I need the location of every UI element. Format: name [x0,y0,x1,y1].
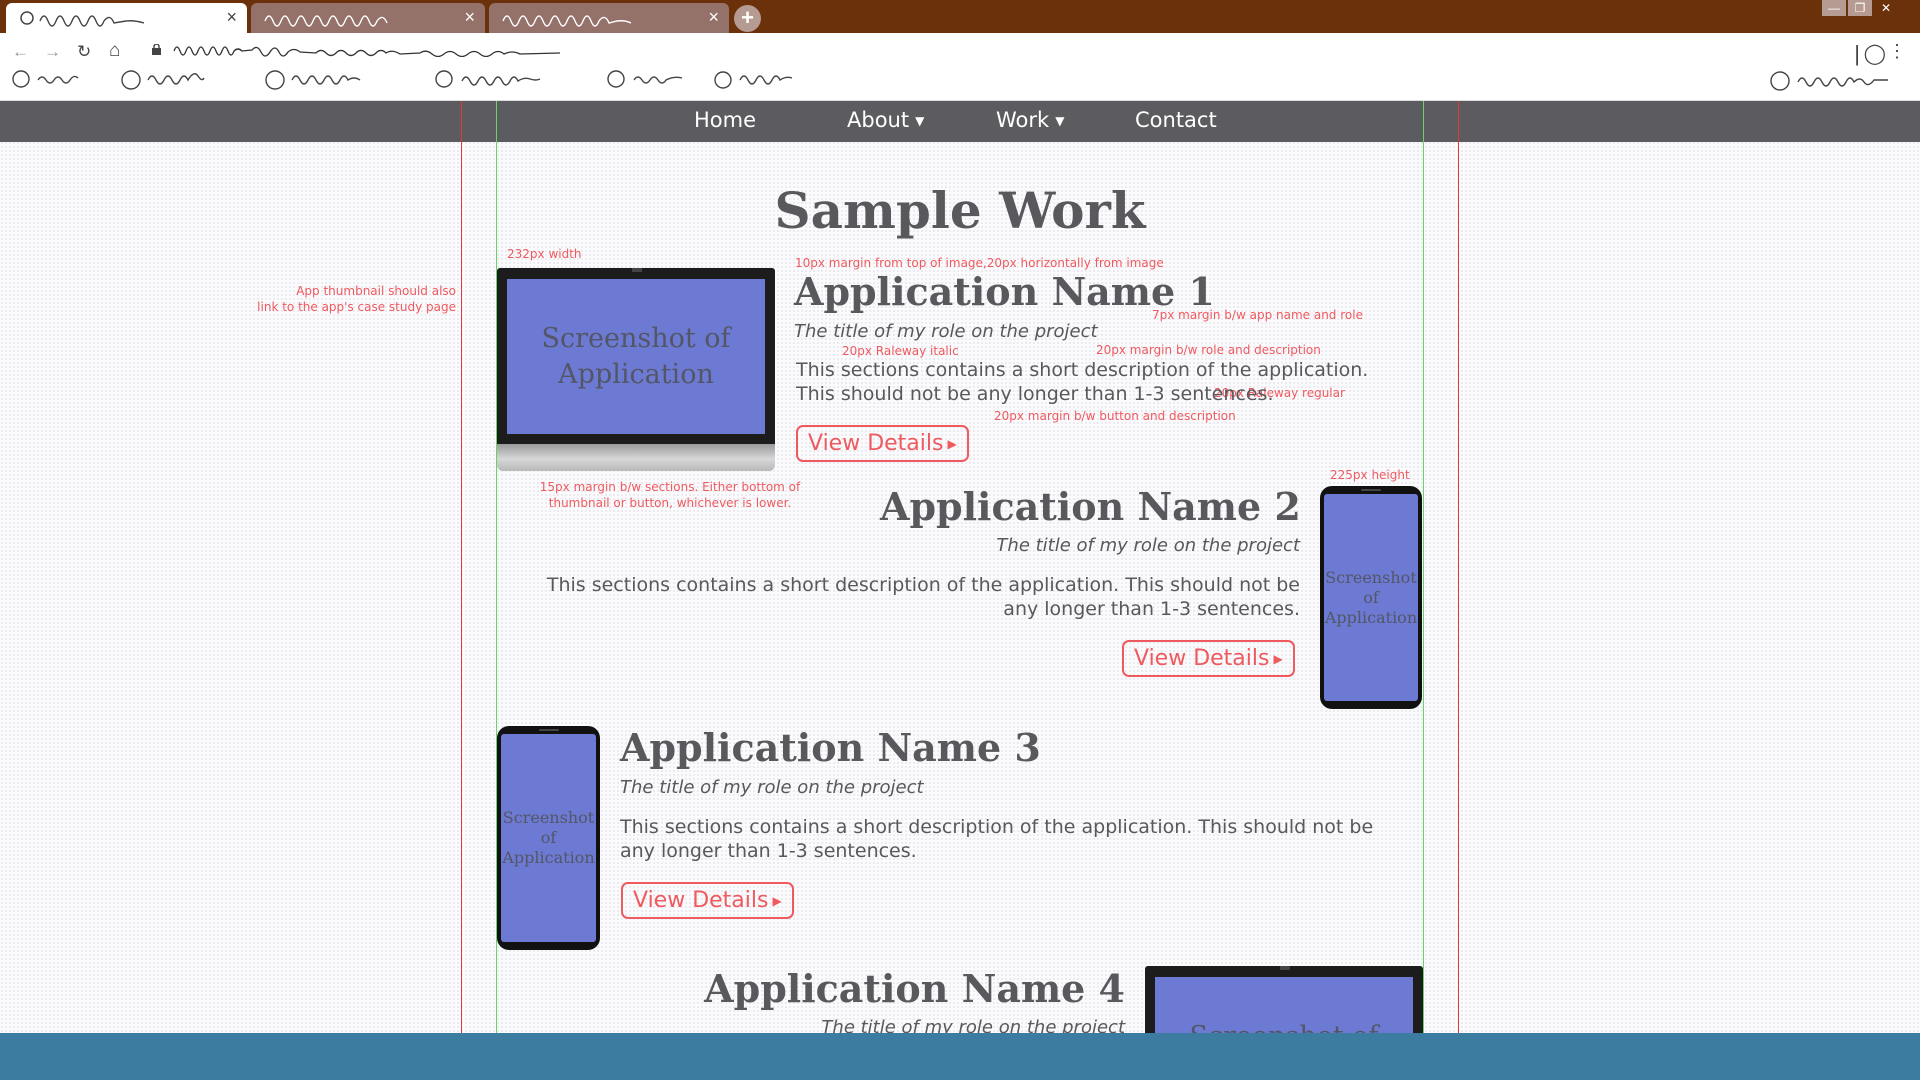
app1-description: This sections contains a short descripti… [796,359,1369,405]
guide-line [1423,101,1424,142]
home-icon[interactable]: ⌂ [109,40,120,62]
phone-speaker [1361,489,1381,491]
tab-title-scribble [264,15,388,27]
guide-line-left-outer [461,101,462,1033]
app3-role: The title of my role on the project [620,777,924,798]
back-arrow-icon[interactable]: ← [12,42,29,62]
new-tab-button[interactable]: + [734,5,761,32]
view-details-label: View Details [1134,646,1270,671]
browser-tab-bar: × × × + — ❐ ✕ [0,0,1920,33]
toolbar-divider: | [1854,41,1860,66]
nav-work-label: Work [996,108,1050,132]
view-details-label: View Details [808,431,944,456]
extension-icon[interactable]: ◯ [1864,41,1886,66]
app2-role: The title of my role on the project [996,535,1300,556]
app3-name: Application Name 3 [620,725,1041,770]
forward-arrow-icon[interactable]: → [44,42,61,62]
play-arrow-icon: ▶ [772,894,782,908]
play-arrow-icon: ▶ [947,437,957,451]
web-page: Home About ▼ Work ▼ Contact Sample Work 23… [0,101,1920,1033]
app3-screenshot-placeholder: Screenshot of Application [501,734,596,942]
annotation-link-line1: App thumbnail should also [296,284,456,298]
app1-role: The title of my role on the project [794,321,1098,342]
nav-contact[interactable]: Contact [1135,108,1217,132]
taskbar [0,1033,1920,1080]
url-input[interactable] [172,41,602,57]
maximize-button[interactable]: ❐ [1848,0,1872,16]
app2-name: Application Name 2 [880,484,1301,529]
browser-toolbar: ← → ↻ ⌂ | ◯ ⋮ [0,33,1920,101]
app4-name: Application Name 4 [704,966,1125,1011]
tab-close-icon[interactable]: × [708,7,719,27]
app2-screenshot-placeholder: Screenshot of Application [1324,494,1418,701]
app3-description: This sections contains a short descripti… [620,816,1374,862]
annotation-sections-line1: 15px margin b/w sections. Either bottom … [539,480,801,494]
app1-screenshot-placeholder: Screenshot of Application [507,279,765,434]
page-title: Sample Work [774,181,1146,240]
tab-title-scribble [502,15,632,27]
caret-down-icon: ▼ [1055,114,1065,128]
app4-role: The title of my role on the project [821,1017,1125,1033]
guide-line-right-inner [1423,101,1424,1033]
guide-line-right-outer [1458,101,1459,1033]
browser-tab-active[interactable]: × [6,3,247,33]
caret-down-icon: ▼ [915,114,925,128]
annotation-italic: 20px Raleway italic [842,344,959,358]
nav-about[interactable]: About ▼ [847,108,924,132]
app4-thumbnail[interactable]: Screenshot of Application [1145,966,1423,1033]
close-window-button[interactable]: ✕ [1874,0,1898,16]
laptop-base [497,444,775,471]
app3-view-details-button[interactable]: View Details ▶ [621,882,794,919]
lock-icon [152,44,161,55]
nav-about-label: About [847,108,910,132]
nav-work[interactable]: Work ▼ [996,108,1064,132]
annotation-button-desc: 20px margin b/w button and description [994,409,1236,423]
annotation-width: 232px width [507,247,582,261]
annotation-height: 225px height [1330,468,1410,482]
app2-thumbnail[interactable]: Screenshot of Application [1320,486,1422,709]
browser-tab-3[interactable]: × [489,3,729,33]
nav-home-label: Home [694,108,757,132]
view-details-label: View Details [633,888,769,913]
laptop-camera [632,268,642,272]
app4-screenshot-placeholder: Screenshot of Application [1155,977,1413,1033]
annotation-sections: 15px margin b/w sections. Either bottom … [530,479,810,511]
guide-line [1458,101,1459,142]
annotation-link-note: App thumbnail should also link to the ap… [200,283,456,315]
guide-line [461,101,462,142]
nav-contact-label: Contact [1135,108,1217,132]
app1-view-details-button[interactable]: View Details ▶ [796,425,969,462]
bookmarks-bar [12,70,793,90]
browser-tab-2[interactable]: × [251,3,485,33]
annotation-link-line2: link to the app's case study page [257,300,456,314]
app2-view-details-button[interactable]: View Details ▶ [1122,640,1295,677]
laptop-camera [1280,966,1290,970]
phone-speaker [538,729,559,731]
reload-icon[interactable]: ↻ [77,42,91,62]
guide-line [496,101,497,142]
app1-thumbnail[interactable]: Screenshot of Application [497,268,775,471]
site-navbar: Home About ▼ Work ▼ Contact [0,101,1920,142]
annotation-sections-line2: thumbnail or button, whichever is lower. [548,496,792,510]
app2-description: This sections contains a short descripti… [546,574,1300,620]
app3-thumbnail[interactable]: Screenshot of Application [497,726,600,950]
nav-home[interactable]: Home [694,108,756,132]
tab-close-icon[interactable]: × [464,7,475,27]
tab-close-icon[interactable]: × [226,7,237,27]
other-bookmarks[interactable] [1766,69,1916,91]
minimize-button[interactable]: — [1822,0,1846,16]
app1-name: Application Name 1 [794,269,1215,314]
tab-title-scribble [20,11,145,27]
kebab-menu-icon[interactable]: ⋮ [1888,41,1906,62]
play-arrow-icon: ▶ [1273,652,1283,666]
annotation-role-desc: 20px margin b/w role and description [1096,343,1321,357]
